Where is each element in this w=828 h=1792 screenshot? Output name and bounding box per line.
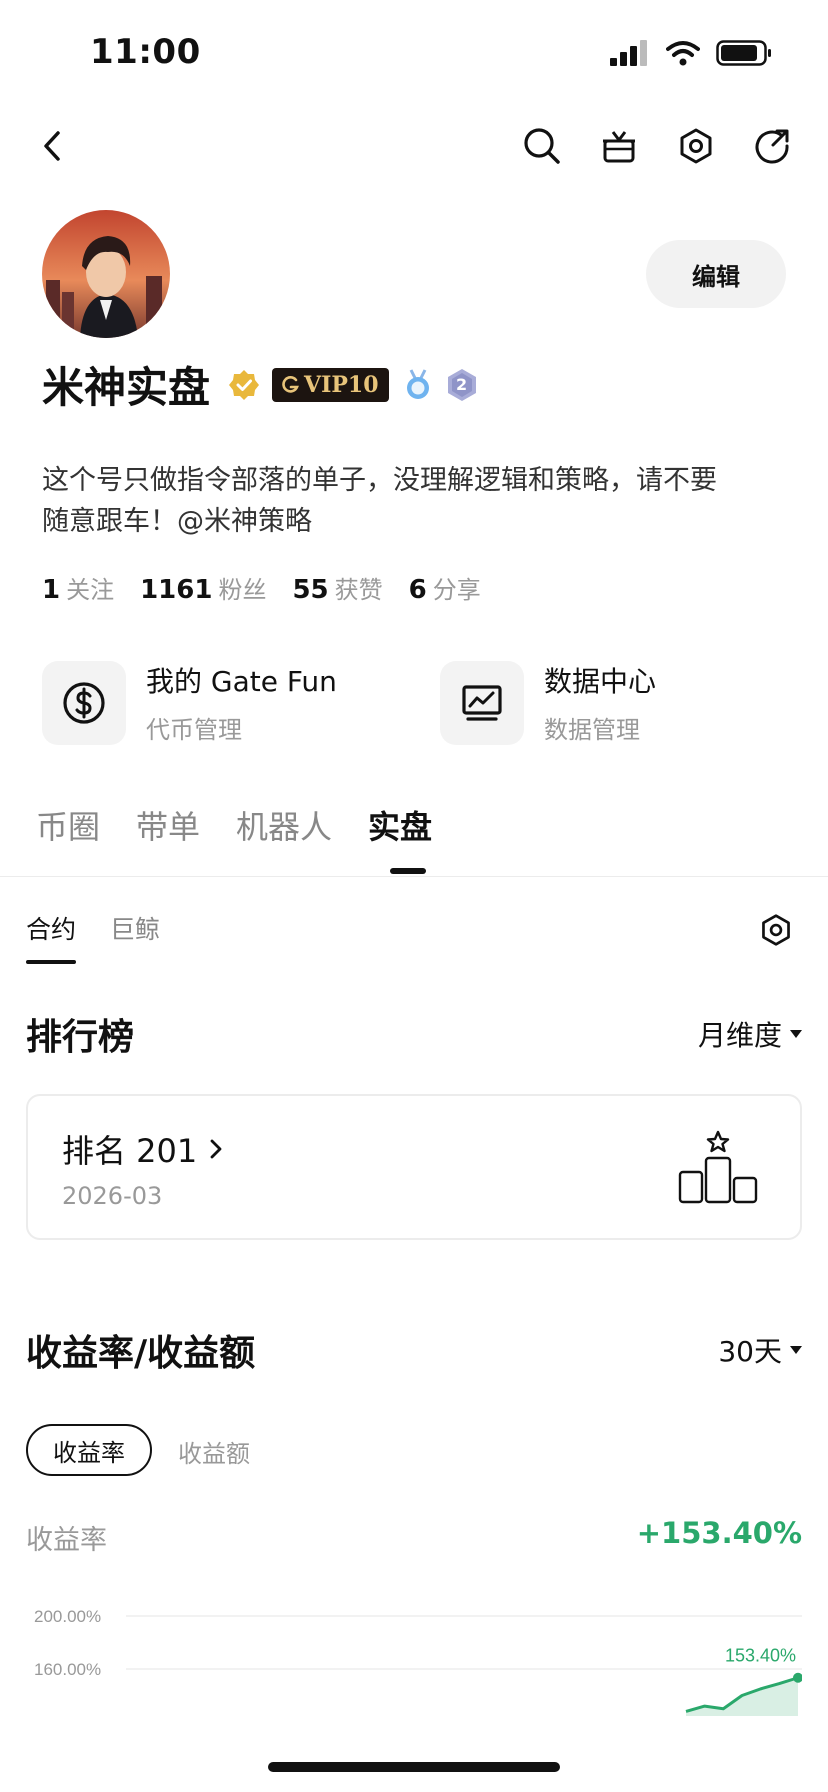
settings-hexagon-icon xyxy=(762,914,790,946)
stat-label: 分享 xyxy=(432,576,481,604)
bio-line-2: 随意跟车！@米神策略 xyxy=(42,506,312,537)
level-number: 2 xyxy=(455,374,468,394)
gate-fun-icon-box xyxy=(42,660,126,745)
main-tabs: 币圈 带单 机器人 实盘 xyxy=(36,802,432,848)
tool-subtitle: 数据管理 xyxy=(544,716,640,744)
y-tick-label: 200.00% xyxy=(34,1607,101,1626)
vip-label: VIP10 xyxy=(304,371,379,398)
share-icon xyxy=(755,129,789,164)
stat-value: 55 xyxy=(292,575,329,605)
level-badge[interactable]: 2 xyxy=(447,368,477,402)
settings-hexagon-icon xyxy=(680,128,712,164)
share-button[interactable] xyxy=(750,124,794,168)
subtab-settings-button[interactable] xyxy=(754,908,798,952)
gate-logo-icon xyxy=(282,375,299,393)
stat-value: 1161 xyxy=(140,575,213,605)
period-label: 30天 xyxy=(718,1335,782,1368)
wifi-icon xyxy=(666,41,700,66)
rank-label: 排名 201 xyxy=(62,1132,198,1170)
stat-value: 6 xyxy=(408,575,427,605)
podium-star-icon xyxy=(678,1130,758,1204)
bio-line-1: 这个号只做指令部落的单子，没理解逻辑和策略，请不要 xyxy=(42,465,717,496)
profile-bio: 这个号只做指令部落的单子，没理解逻辑和策略，请不要 随意跟车！@米神策略 xyxy=(42,460,792,542)
metric-label: 收益率 xyxy=(26,1525,107,1556)
search-icon xyxy=(524,128,560,164)
tool-subtitle: 代币管理 xyxy=(146,716,242,744)
signal-icon xyxy=(610,40,647,66)
gate-fun-entry[interactable]: 我的 Gate Fun 代币管理 xyxy=(42,660,337,745)
profile-name: 米神实盘 xyxy=(42,363,211,412)
data-center-icon-box xyxy=(440,660,524,745)
medal-icon[interactable] xyxy=(401,368,435,402)
gift-icon xyxy=(603,131,635,163)
gift-button[interactable] xyxy=(597,124,641,168)
toggle-return-amount[interactable]: 收益额 xyxy=(178,1434,250,1469)
stat-likes[interactable]: 55 获赞 xyxy=(292,570,382,605)
vip-badge[interactable]: VIP10 xyxy=(272,367,389,402)
active-tab-indicator xyxy=(390,868,426,874)
toggle-return-rate[interactable]: 收益率 xyxy=(26,1424,152,1476)
rank-card[interactable]: 排名 201 2026-03 xyxy=(26,1094,802,1240)
last-value-label: 153.40% xyxy=(725,1646,796,1666)
subtab-whales[interactable]: 巨鲸 xyxy=(110,910,160,946)
stat-label: 粉丝 xyxy=(218,576,267,604)
leaderboard-title: 排行榜 xyxy=(26,1017,135,1058)
rank-date: 2026-03 xyxy=(62,1182,163,1210)
tab-live-trading[interactable]: 实盘 xyxy=(368,802,432,848)
search-button[interactable] xyxy=(520,124,564,168)
home-indicator xyxy=(268,1762,560,1772)
data-center-entry[interactable]: 数据中心 数据管理 xyxy=(440,660,656,745)
chart-monitor-icon xyxy=(462,684,502,721)
tabs-divider xyxy=(0,876,828,877)
dollar-coin-icon xyxy=(63,681,105,724)
caret-down-icon xyxy=(790,1030,802,1038)
subtab-contracts[interactable]: 合约 xyxy=(26,910,76,946)
tab-copy-trading[interactable]: 带单 xyxy=(136,802,200,848)
returns-title: 收益率/收益额 xyxy=(26,1333,256,1374)
active-subtab-indicator xyxy=(26,960,76,964)
verified-badge-icon xyxy=(229,369,260,400)
status-icons xyxy=(610,40,772,66)
edit-profile-button[interactable]: 编辑 xyxy=(646,240,786,308)
chevron-left-icon xyxy=(44,131,60,161)
metric-value: +153.40% xyxy=(636,1516,802,1550)
tool-title: 我的 Gate Fun xyxy=(146,665,337,698)
settings-button[interactable] xyxy=(674,124,718,168)
tab-coin-circle[interactable]: 币圈 xyxy=(36,802,100,848)
period-label: 月维度 xyxy=(697,1019,782,1052)
status-time: 11:00 xyxy=(90,32,201,72)
avatar-illustration xyxy=(42,210,170,338)
caret-down-icon xyxy=(790,1346,802,1354)
leaderboard-period-dropdown[interactable]: 月维度 xyxy=(698,1014,802,1054)
stat-label: 关注 xyxy=(66,576,115,604)
stat-label: 获赞 xyxy=(334,576,383,604)
y-tick-label: 160.00% xyxy=(34,1660,101,1679)
stat-following[interactable]: 1 关注 xyxy=(42,570,114,605)
rank-row: 排名 201 xyxy=(62,1126,223,1172)
stat-followers[interactable]: 1161 粉丝 xyxy=(140,570,266,605)
profile-name-row: 米神实盘 VIP10 2 xyxy=(42,354,477,415)
returns-chart: 200.00% 160.00% 153.40% xyxy=(34,1607,802,1716)
stat-shares[interactable]: 6 分享 xyxy=(409,570,481,605)
returns-period-dropdown[interactable]: 30天 xyxy=(718,1330,802,1370)
profile-stats: 1 关注 1161 粉丝 55 获赞 6 分享 xyxy=(42,570,481,605)
back-button[interactable] xyxy=(30,124,74,168)
stat-value: 1 xyxy=(42,575,61,605)
chevron-right-icon xyxy=(210,1139,222,1159)
sub-tabs: 合约 巨鲸 xyxy=(26,910,160,946)
avatar[interactable] xyxy=(42,210,170,338)
tool-title: 数据中心 xyxy=(544,665,657,698)
battery-icon xyxy=(716,40,771,66)
tab-bots[interactable]: 机器人 xyxy=(236,802,332,848)
